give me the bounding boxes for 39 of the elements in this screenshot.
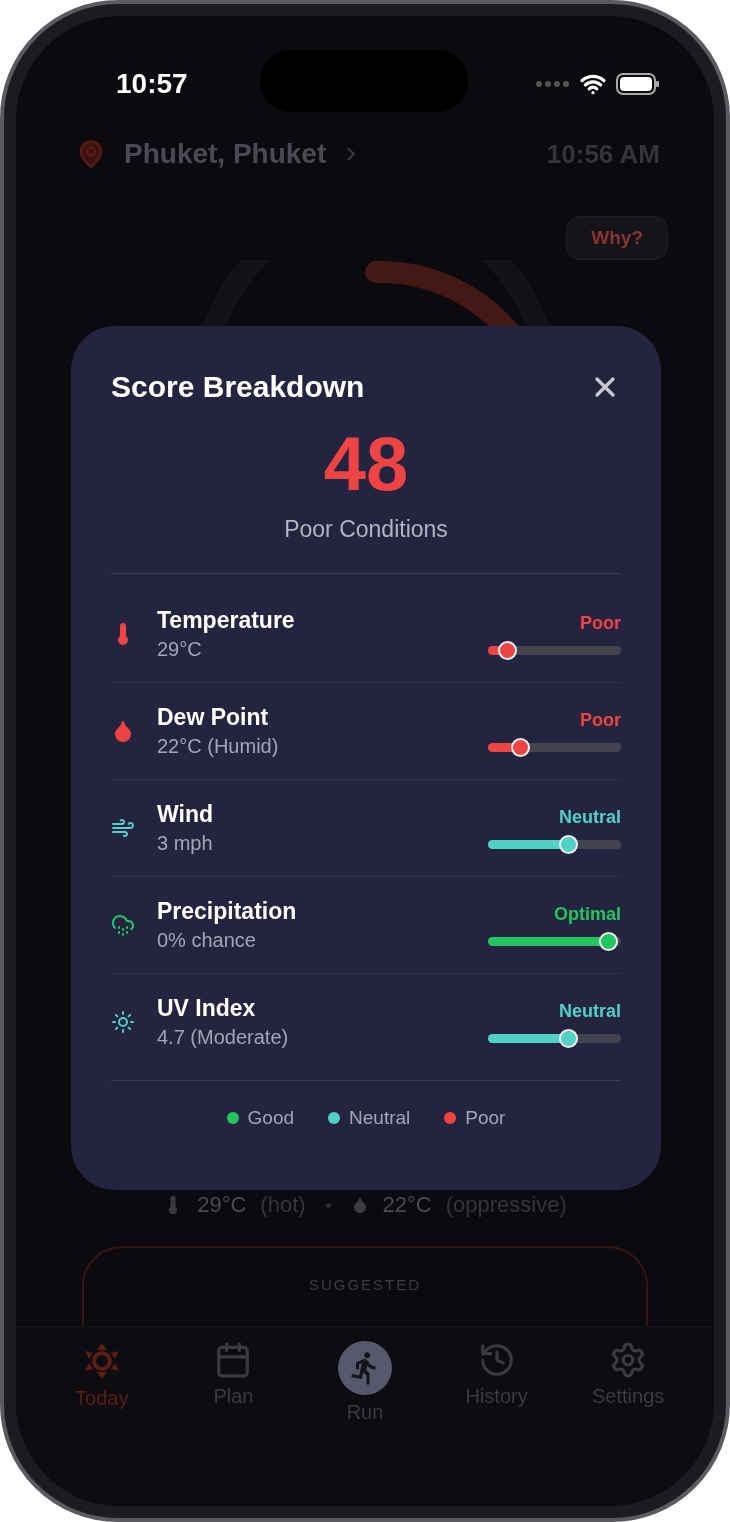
factor-rating: Neutral bbox=[559, 1001, 621, 1022]
sun-icon bbox=[111, 1010, 135, 1034]
factor-value: 0% chance bbox=[157, 929, 257, 952]
factor-rating: Neutral bbox=[559, 807, 621, 828]
factor-name: Wind bbox=[157, 801, 213, 828]
factor-rating: Optimal bbox=[554, 904, 621, 925]
separator-dot bbox=[325, 1202, 331, 1208]
dialog-title: Score Breakdown bbox=[111, 370, 365, 404]
meter-thumb[interactable] bbox=[598, 932, 618, 951]
meter-thumb[interactable] bbox=[497, 641, 517, 660]
factor-name: Precipitation bbox=[157, 898, 297, 925]
factor-name: UV Index bbox=[157, 995, 257, 1022]
factor-value: 22°C (Humid) bbox=[157, 735, 279, 758]
meter-thumb[interactable] bbox=[558, 835, 578, 854]
factor-name: Temperature bbox=[157, 607, 295, 634]
summary-value: 29°C bbox=[197, 1192, 247, 1218]
factor-rating: Poor bbox=[580, 613, 621, 634]
condition-label: Poor Conditions bbox=[284, 516, 448, 543]
location-name[interactable]: Phuket, Phuket bbox=[124, 138, 327, 170]
factor-value: 3 mph bbox=[157, 832, 213, 855]
cloud-rain-icon bbox=[111, 913, 135, 937]
factor-name: Dew Point bbox=[157, 704, 270, 731]
why-button[interactable]: Why? bbox=[566, 216, 668, 260]
signal-icon bbox=[536, 81, 570, 87]
legend-label: Neutral bbox=[349, 1107, 411, 1129]
battery-icon bbox=[616, 73, 660, 95]
meter-thumb[interactable] bbox=[558, 1029, 578, 1048]
status-time: 10:57 bbox=[116, 68, 188, 100]
summary-value: 22°C bbox=[382, 1192, 432, 1218]
factor-value: 29°C bbox=[157, 638, 203, 661]
tab-item[interactable]: Today bbox=[46, 1341, 157, 1431]
meter-thumb[interactable] bbox=[510, 738, 530, 757]
score-value: 48 bbox=[323, 420, 409, 508]
factor-value: 4.7 (Moderate) bbox=[157, 1026, 289, 1049]
wind-icon bbox=[111, 816, 135, 840]
legend-label: Good bbox=[247, 1107, 295, 1129]
runner-icon bbox=[338, 1341, 392, 1395]
factor-rating: Poor bbox=[580, 710, 621, 731]
legend-label: Poor bbox=[465, 1107, 506, 1129]
